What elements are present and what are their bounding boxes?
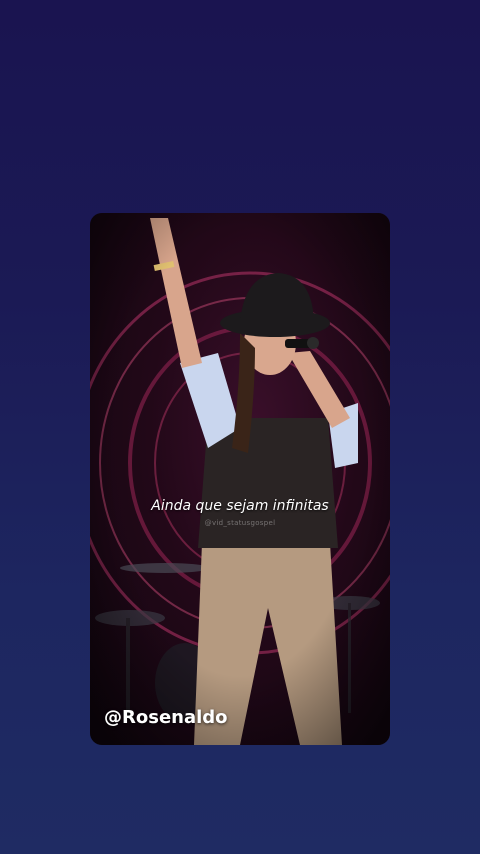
watermark-text: @vid_statusgospel [204,519,276,527]
video-card[interactable]: Ainda que sejam infinitas @vid_statusgos… [90,213,390,745]
creator-handle[interactable]: @Rosenaldo [104,707,228,728]
lyric-caption: Ainda que sejam infinitas [151,498,329,514]
video-frame [90,213,390,745]
